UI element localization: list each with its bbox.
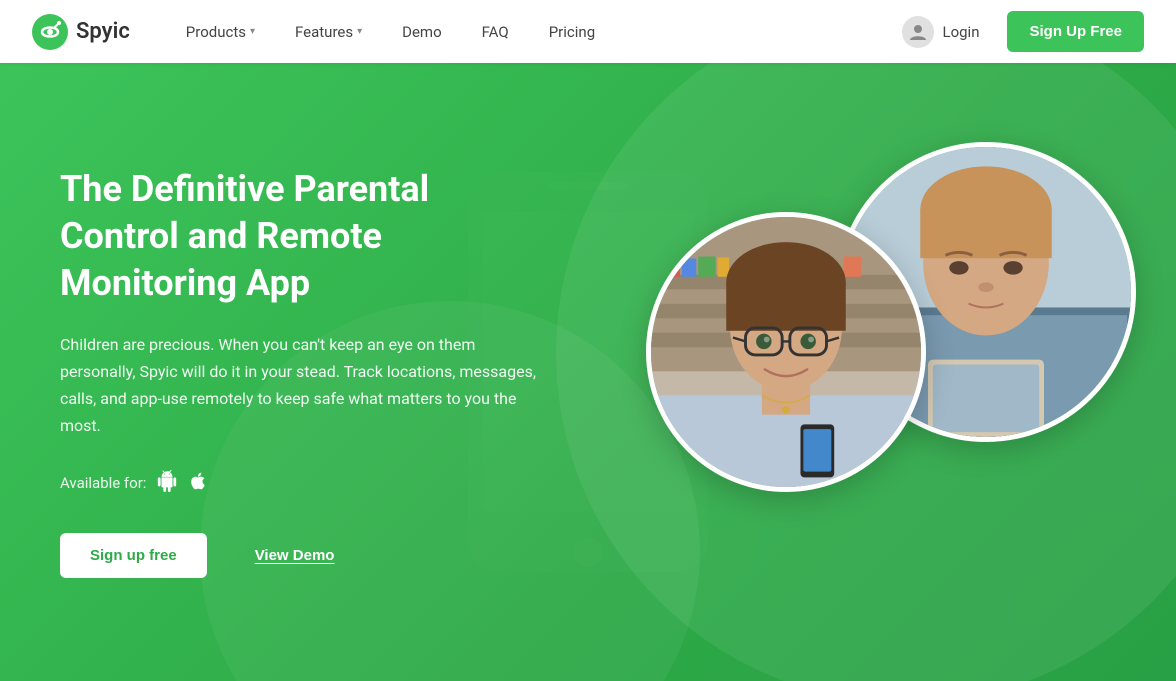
hero-content: The Definitive Parental Control and Remo… [60,166,550,577]
nav-item-demo[interactable]: Demo [386,15,458,49]
android-icon [156,470,178,497]
navbar: Spyic Products ▾ Features ▾ Demo FAQ Pri… [0,0,1176,63]
features-chevron-icon: ▾ [357,26,362,37]
hero-images [616,122,1136,622]
nav-right: Login Sign Up Free [886,8,1144,56]
logo-area[interactable]: Spyic [32,14,130,50]
hero-description: Children are precious. When you can't ke… [60,331,550,440]
apple-icon [188,471,208,496]
brand-name: Spyic [76,19,130,44]
available-for-row: Available for: [60,470,550,497]
hero-section: The Definitive Parental Control and Remo… [0,63,1176,681]
nav-item-faq[interactable]: FAQ [466,15,525,49]
woman-photo-circle [646,212,926,492]
user-avatar-icon [902,16,934,48]
spyic-logo-icon [32,14,68,50]
login-button[interactable]: Login [886,8,995,56]
nav-item-products[interactable]: Products ▾ [170,15,271,49]
signup-free-button[interactable]: Sign Up Free [1007,11,1144,52]
available-for-label: Available for: [60,474,146,492]
nav-item-features[interactable]: Features ▾ [279,15,378,49]
hero-signup-button[interactable]: Sign up free [60,533,207,578]
hero-demo-button[interactable]: View Demo [227,535,363,576]
hero-title: The Definitive Parental Control and Remo… [60,166,550,306]
products-chevron-icon: ▾ [250,26,255,37]
hero-buttons: Sign up free View Demo [60,533,550,578]
nav-item-pricing[interactable]: Pricing [533,15,611,49]
nav-links: Products ▾ Features ▾ Demo FAQ Pricing [170,15,887,49]
